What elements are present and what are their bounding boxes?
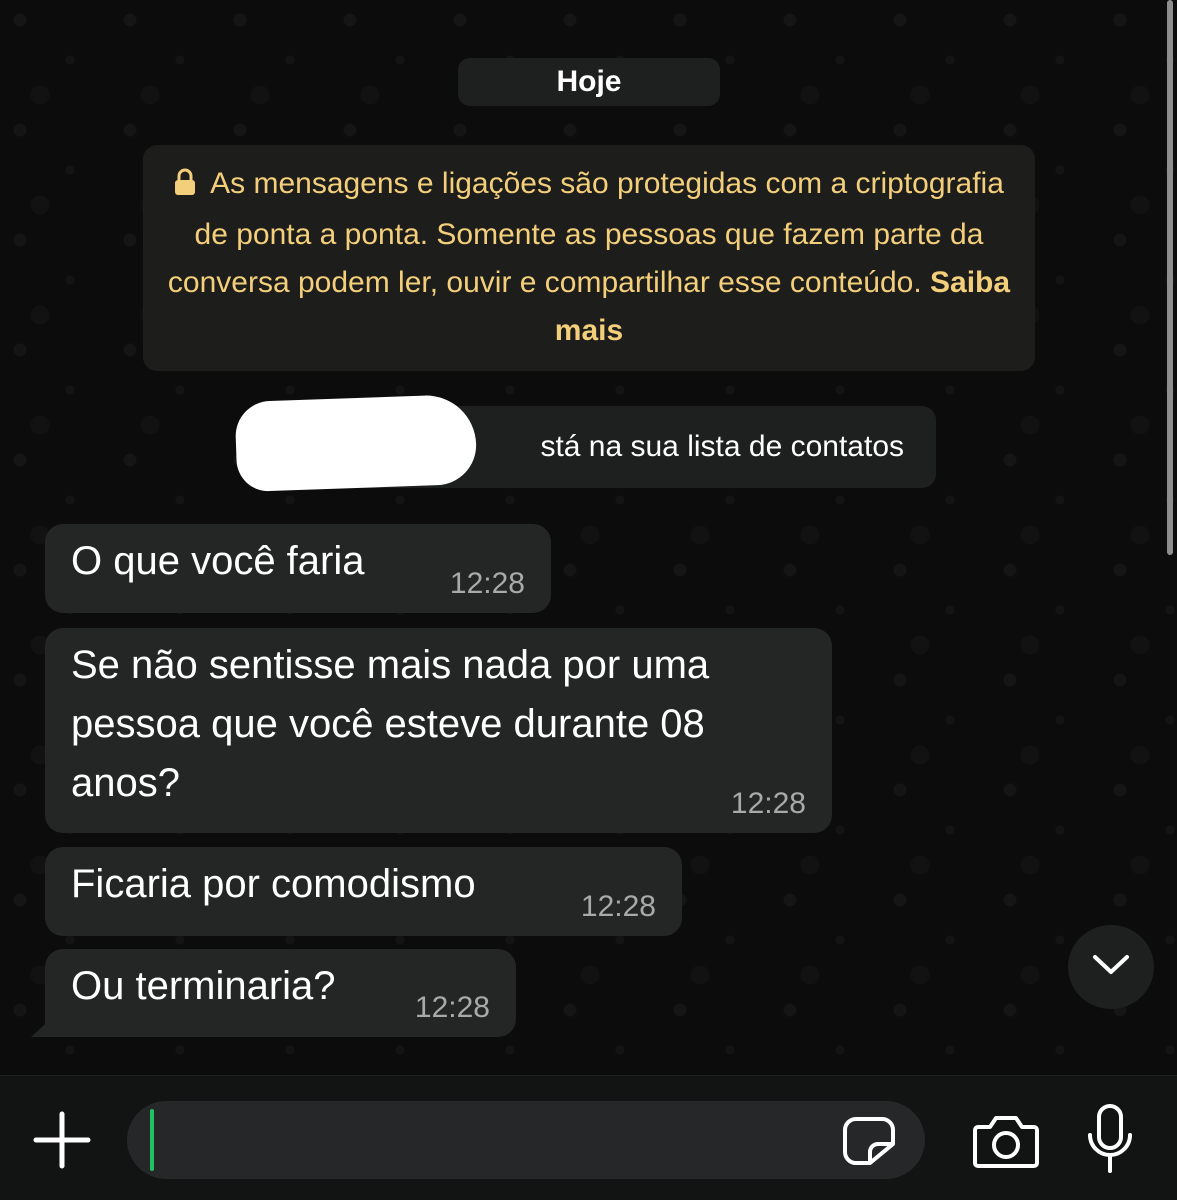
date-separator: Hoje (458, 58, 720, 106)
message-text: Ficaria por comodismo (71, 862, 476, 906)
message-time: 12:28 (414, 991, 490, 1024)
chat-area[interactable]: Hoje As mensagens e ligações são protegi… (0, 0, 1177, 1075)
plus-icon (30, 1111, 94, 1176)
encryption-notice[interactable]: As mensagens e ligações são protegidas c… (143, 145, 1035, 371)
message-composer (0, 1075, 1177, 1200)
redaction-mark (234, 393, 478, 493)
message-bubble[interactable]: Se não sentisse mais nada por uma pessoa… (45, 628, 832, 833)
message-bubble[interactable]: Ou terminaria? 12:28 (31, 949, 516, 1037)
lock-icon (174, 163, 196, 211)
microphone-icon (1085, 1104, 1135, 1181)
message-time: 12:28 (730, 787, 806, 820)
camera-icon (972, 1116, 1040, 1173)
divider (0, 1075, 1177, 1076)
message-text: Se não sentisse mais nada por uma pessoa… (71, 643, 710, 805)
sticker-icon (842, 1117, 896, 1170)
contact-notice-text: stá na sua lista de contatos (540, 430, 904, 463)
encryption-notice-text: As mensagens e ligações são protegidas c… (167, 167, 1004, 299)
message-bubble[interactable]: Ficaria por comodismo 12:28 (45, 847, 682, 936)
camera-button[interactable] (972, 1113, 1040, 1169)
date-label: Hoje (556, 65, 622, 98)
attach-button[interactable] (30, 1108, 94, 1172)
message-time: 12:28 (580, 890, 656, 923)
message-input[interactable] (127, 1101, 925, 1179)
message-bubble[interactable]: O que você faria 12:28 (45, 524, 551, 613)
text-caret (150, 1109, 154, 1171)
scroll-to-bottom-button[interactable] (1068, 925, 1154, 1009)
message-time: 12:28 (449, 567, 525, 600)
sticker-button[interactable] (842, 1116, 896, 1166)
microphone-button[interactable] (1085, 1103, 1135, 1177)
scrollbar[interactable] (1167, 0, 1173, 555)
chevron-down-icon (1092, 954, 1130, 981)
bubble-tail (31, 1015, 55, 1037)
